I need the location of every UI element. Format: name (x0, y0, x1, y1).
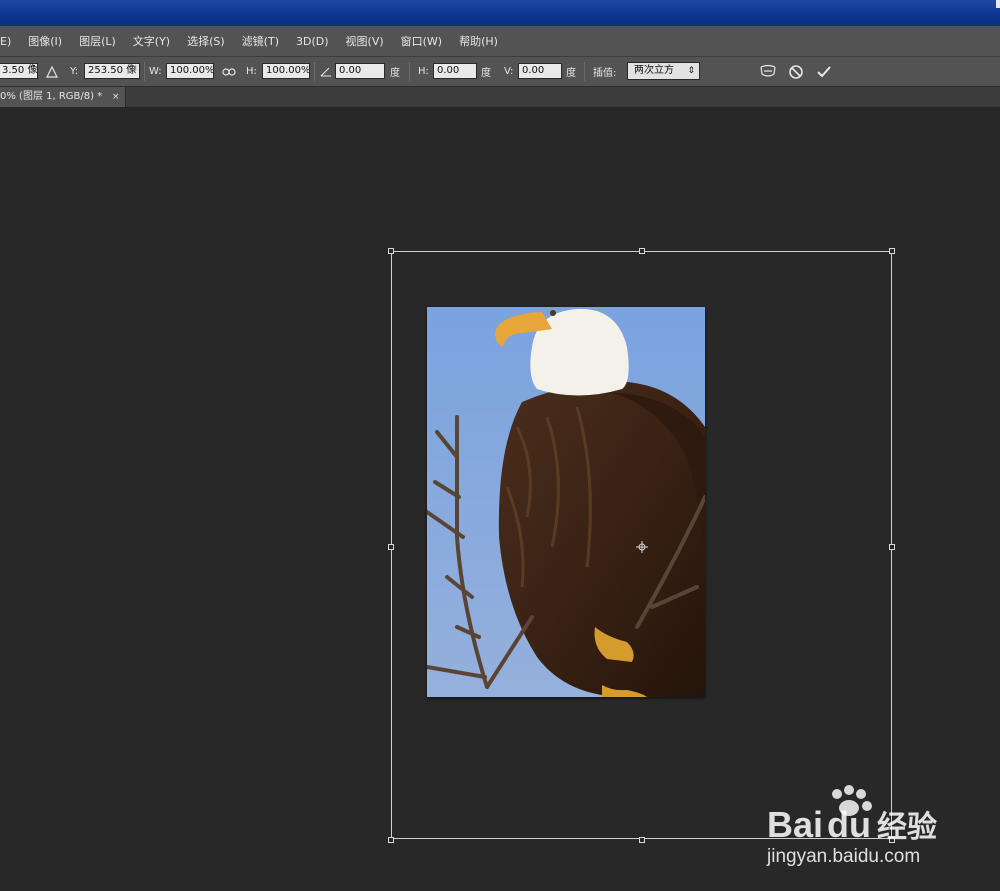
watermark-cn: 经验 (877, 811, 938, 844)
baidu-watermark: Bai du 经验 jingyan.baidu.com (767, 784, 947, 874)
transform-handle-top[interactable] (639, 248, 645, 254)
height-field[interactable]: 100.00% (262, 63, 310, 79)
h-skew-label: H: (418, 66, 429, 77)
menu-help[interactable]: 帮助(H) (459, 33, 498, 49)
watermark-brand-row: Bai du 经验 (767, 802, 937, 846)
width-label: W: (149, 66, 162, 77)
interpolation-label: 插值: (593, 68, 617, 79)
menu-edit[interactable]: E) (0, 35, 11, 48)
height-label: H: (246, 66, 257, 77)
menu-window[interactable]: 窗口(W) (401, 33, 442, 49)
link-icon[interactable] (222, 57, 236, 86)
y-position-field[interactable]: 253.50 像 ⁝ (84, 63, 140, 79)
interpolation-value: 两次立方 (634, 65, 674, 76)
degree-unit: 度 (566, 68, 576, 79)
cancel-transform-icon[interactable] (788, 57, 804, 86)
transform-handle-bottom-left[interactable] (388, 837, 394, 843)
menu-filter[interactable]: 滤镜(T) (242, 33, 279, 49)
watermark-url: jingyan.baidu.com (767, 846, 921, 867)
transform-handle-bottom[interactable] (639, 837, 645, 843)
relative-position-icon[interactable] (46, 57, 58, 86)
spinner-icon: ⁝ (32, 64, 35, 73)
warp-mode-icon[interactable] (759, 57, 777, 86)
h-skew-field[interactable]: 0.00 (433, 63, 477, 79)
watermark-brand: Bai (767, 804, 824, 845)
width-field[interactable]: 100.00% (166, 63, 214, 79)
spinner-icon: ⁝ (134, 64, 137, 73)
commit-transform-icon[interactable] (816, 57, 832, 86)
document-tab-title: 0% (图层 1, RGB/8) * (0, 91, 103, 102)
transform-handle-left[interactable] (388, 544, 394, 550)
separator (314, 62, 315, 81)
window-titlebar (0, 0, 1000, 26)
close-icon[interactable]: × (112, 87, 120, 107)
x-position-field[interactable]: 3.50 像 ⁝ (0, 63, 38, 79)
transform-handle-top-left[interactable] (388, 248, 394, 254)
eagle-photo-layer[interactable] (427, 307, 705, 697)
y-label: Y: (70, 66, 79, 77)
window-corner (996, 0, 1000, 8)
chevron-updown-icon: ⇕ (687, 66, 695, 76)
separator (144, 62, 145, 81)
document-tab[interactable]: 0% (图层 1, RGB/8) * × (0, 87, 126, 107)
interpolation-dropdown[interactable]: 两次立方 ⇕ (627, 62, 700, 80)
separator (409, 62, 410, 81)
watermark-brand-du: du (827, 804, 872, 845)
transform-handle-top-right[interactable] (889, 248, 895, 254)
degree-unit: 度 (481, 68, 491, 79)
pivot-point-icon[interactable] (636, 541, 648, 553)
v-skew-label: V: (504, 66, 514, 77)
y-position-value: 253.50 像 (88, 65, 137, 76)
transform-options-bar: 3.50 像 ⁝ Y: 253.50 像 ⁝ W: 100.00% H: 100… (0, 57, 1000, 87)
eagle-photo (427, 307, 705, 697)
menu-layer[interactable]: 图层(L) (79, 33, 116, 49)
menu-bar: E) 图像(I) 图层(L) 文字(Y) 选择(S) 滤镜(T) 3D(D) 视… (0, 26, 1000, 57)
rotate-angle-icon (320, 57, 332, 86)
menu-type[interactable]: 文字(Y) (133, 33, 170, 49)
menu-3d[interactable]: 3D(D) (296, 35, 329, 48)
transform-handle-right[interactable] (889, 544, 895, 550)
rotate-angle-field[interactable]: 0.00 (335, 63, 385, 79)
menu-select[interactable]: 选择(S) (187, 33, 225, 49)
separator (584, 62, 585, 81)
menu-image[interactable]: 图像(I) (28, 33, 62, 49)
document-tab-strip: 0% (图层 1, RGB/8) * × (0, 87, 1000, 107)
menu-view[interactable]: 视图(V) (346, 33, 384, 49)
degree-unit: 度 (390, 68, 400, 79)
v-skew-field[interactable]: 0.00 (518, 63, 562, 79)
